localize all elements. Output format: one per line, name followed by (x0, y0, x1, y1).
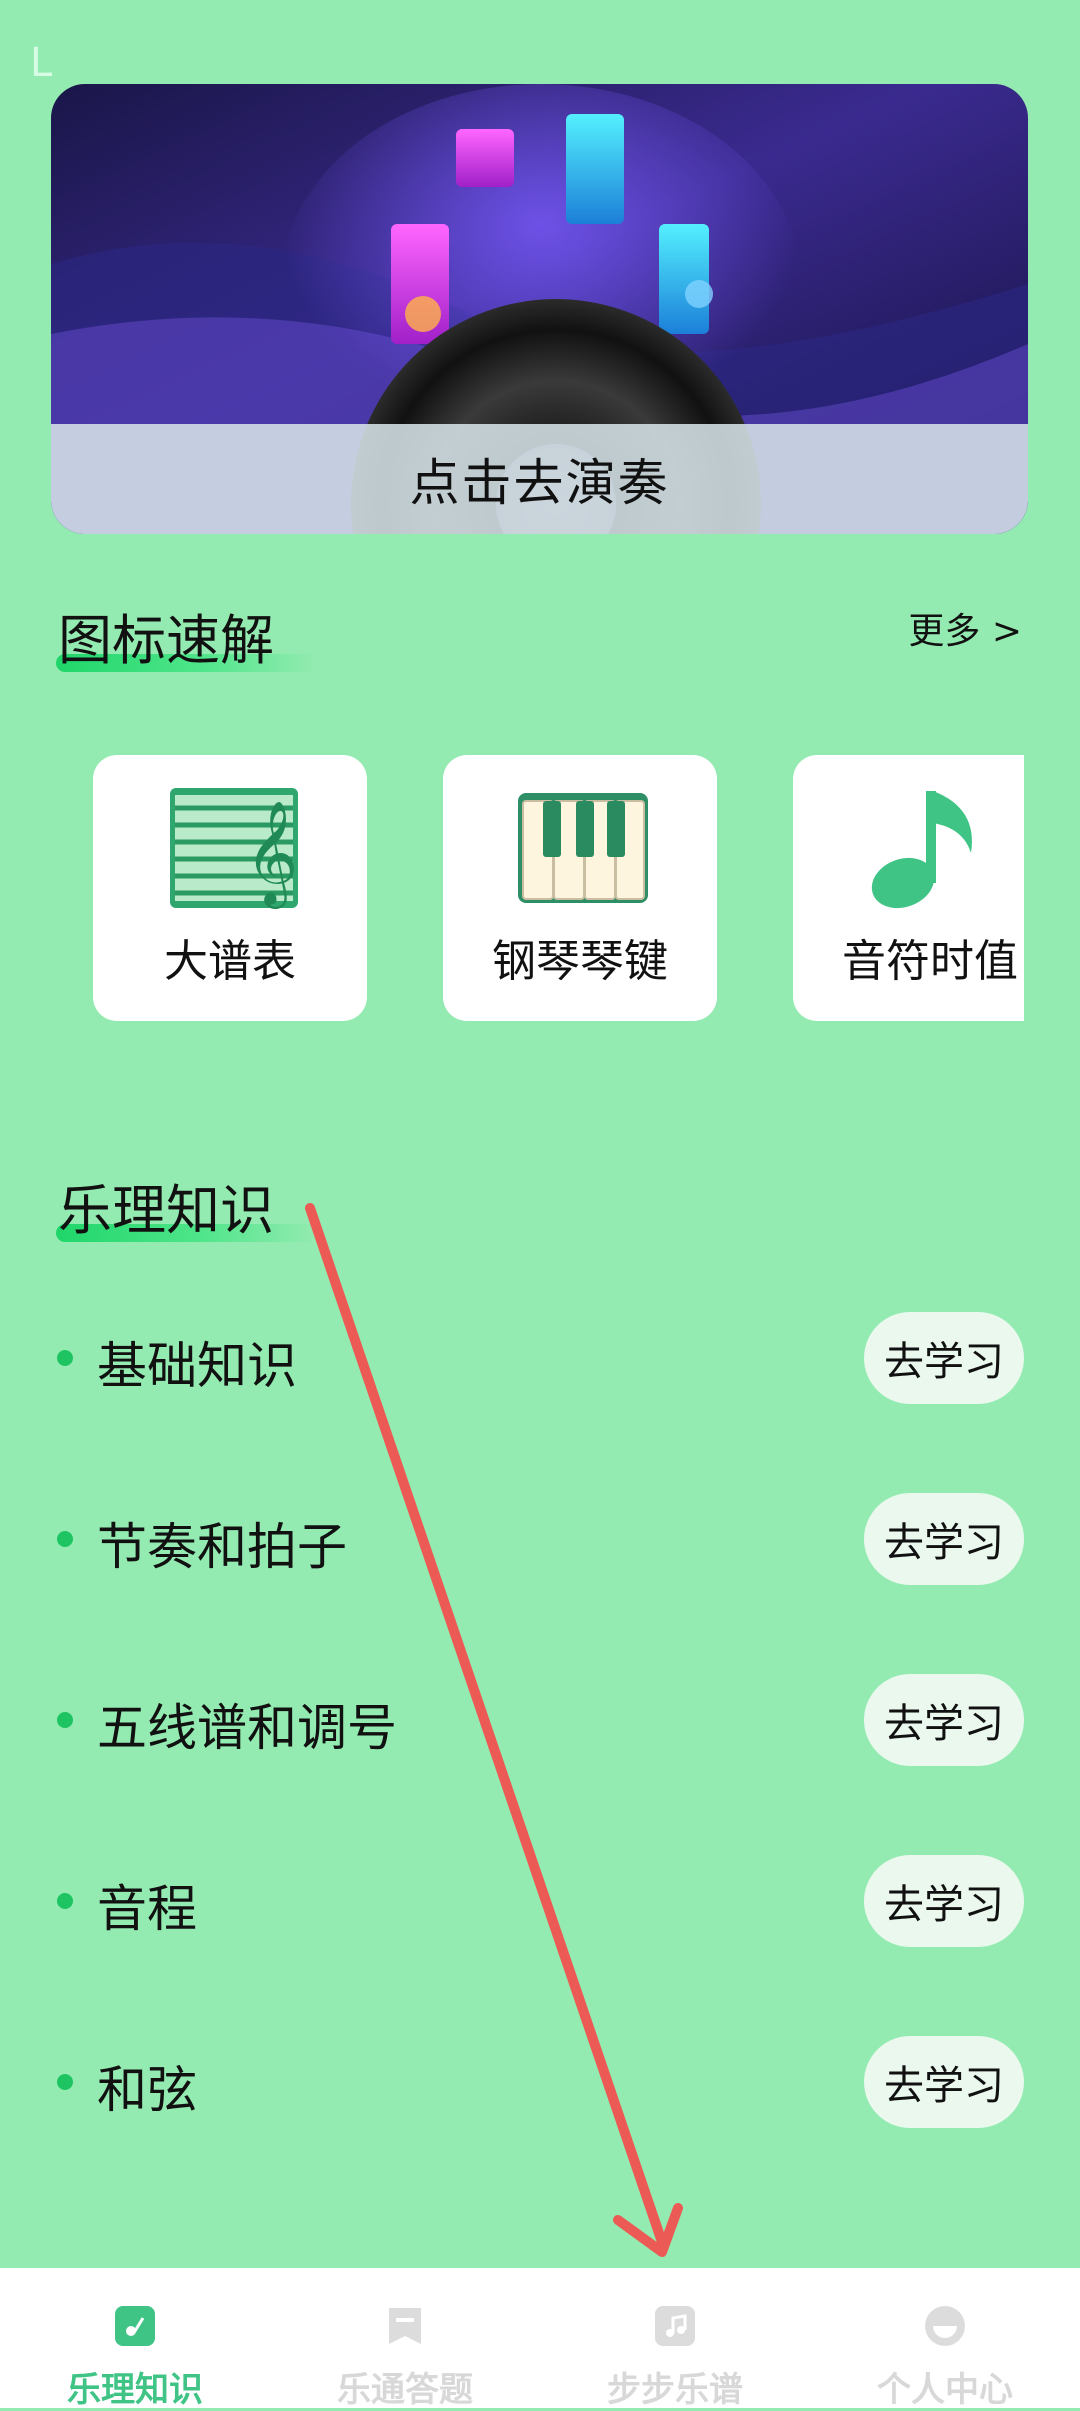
nav-tab-music-theory[interactable]: 乐理知识 (0, 2268, 270, 2410)
learn-button[interactable]: 去学习 (864, 2036, 1024, 2128)
nav-tab-quiz[interactable]: 乐通答题 (270, 2268, 540, 2410)
bottom-navigation: 乐理知识 乐通答题 步步乐谱 个人中心 (0, 2268, 1080, 2410)
list-item-label: 节奏和拍子 (97, 1518, 347, 1576)
card-label: 大谱表 (164, 936, 296, 987)
bullet-dot (57, 1350, 73, 1366)
status-bar-mark: L (30, 40, 53, 86)
list-item-label: 音程 (97, 1880, 197, 1938)
card-grand-staff[interactable]: 𝄞 大谱表 (93, 755, 367, 1021)
card-label: 钢琴琴键 (492, 936, 668, 987)
list-item-interval: 音程 去学习 (0, 1853, 1080, 1949)
nav-label: 步步乐谱 (607, 2370, 743, 2410)
bullet-dot (57, 1893, 73, 1909)
music-theory-icon (115, 2306, 155, 2346)
card-piano-keys[interactable]: 钢琴琴键 (443, 755, 717, 1021)
nav-label: 个人中心 (877, 2370, 1013, 2410)
bullet-dot (57, 2074, 73, 2090)
more-link[interactable]: 更多 > (908, 602, 1022, 654)
play-now-button[interactable]: 点击去演奏 (51, 424, 1028, 534)
profile-icon (925, 2306, 965, 2346)
learn-button[interactable]: 去学习 (864, 1493, 1024, 1585)
music-note-icon (871, 791, 972, 909)
list-item-label: 和弦 (97, 2061, 197, 2119)
bookmark-quiz-icon (389, 2308, 421, 2344)
icon-cards-carousel[interactable]: 𝄞 大谱表 钢琴琴键 音符时值 (0, 755, 1024, 1025)
sheet-music-icon (655, 2306, 695, 2346)
nav-label: 乐通答题 (337, 2370, 473, 2410)
list-item-rhythm: 节奏和拍子 去学习 (0, 1491, 1080, 1587)
list-item-label: 五线谱和调号 (97, 1699, 397, 1757)
list-item-chord: 和弦 去学习 (0, 2034, 1080, 2130)
icon-section-title: 图标速解 (58, 609, 274, 672)
bullet-dot (57, 1712, 73, 1728)
svg-text:𝄞: 𝄞 (245, 800, 298, 909)
list-item-staff-key: 五线谱和调号 去学习 (0, 1672, 1080, 1768)
theory-section-title: 乐理知识 (58, 1179, 274, 1242)
nav-tab-profile[interactable]: 个人中心 (810, 2268, 1080, 2410)
card-label: 音符时值 (842, 936, 1018, 987)
piano-keys-icon (518, 793, 648, 903)
list-item-basics: 基础知识 去学习 (0, 1310, 1080, 1406)
list-item-label: 基础知识 (97, 1337, 297, 1395)
bullet-dot (57, 1531, 73, 1547)
learn-button[interactable]: 去学习 (864, 1855, 1024, 1947)
grand-staff-icon: 𝄞 (170, 788, 298, 909)
nav-label: 乐理知识 (67, 2370, 203, 2410)
card-note-value[interactable]: 音符时值 (793, 755, 1024, 1021)
play-banner[interactable]: 点击去演奏 (51, 84, 1028, 534)
learn-button[interactable]: 去学习 (864, 1674, 1024, 1766)
nav-tab-sheet-music[interactable]: 步步乐谱 (540, 2268, 810, 2410)
learn-button[interactable]: 去学习 (864, 1312, 1024, 1404)
